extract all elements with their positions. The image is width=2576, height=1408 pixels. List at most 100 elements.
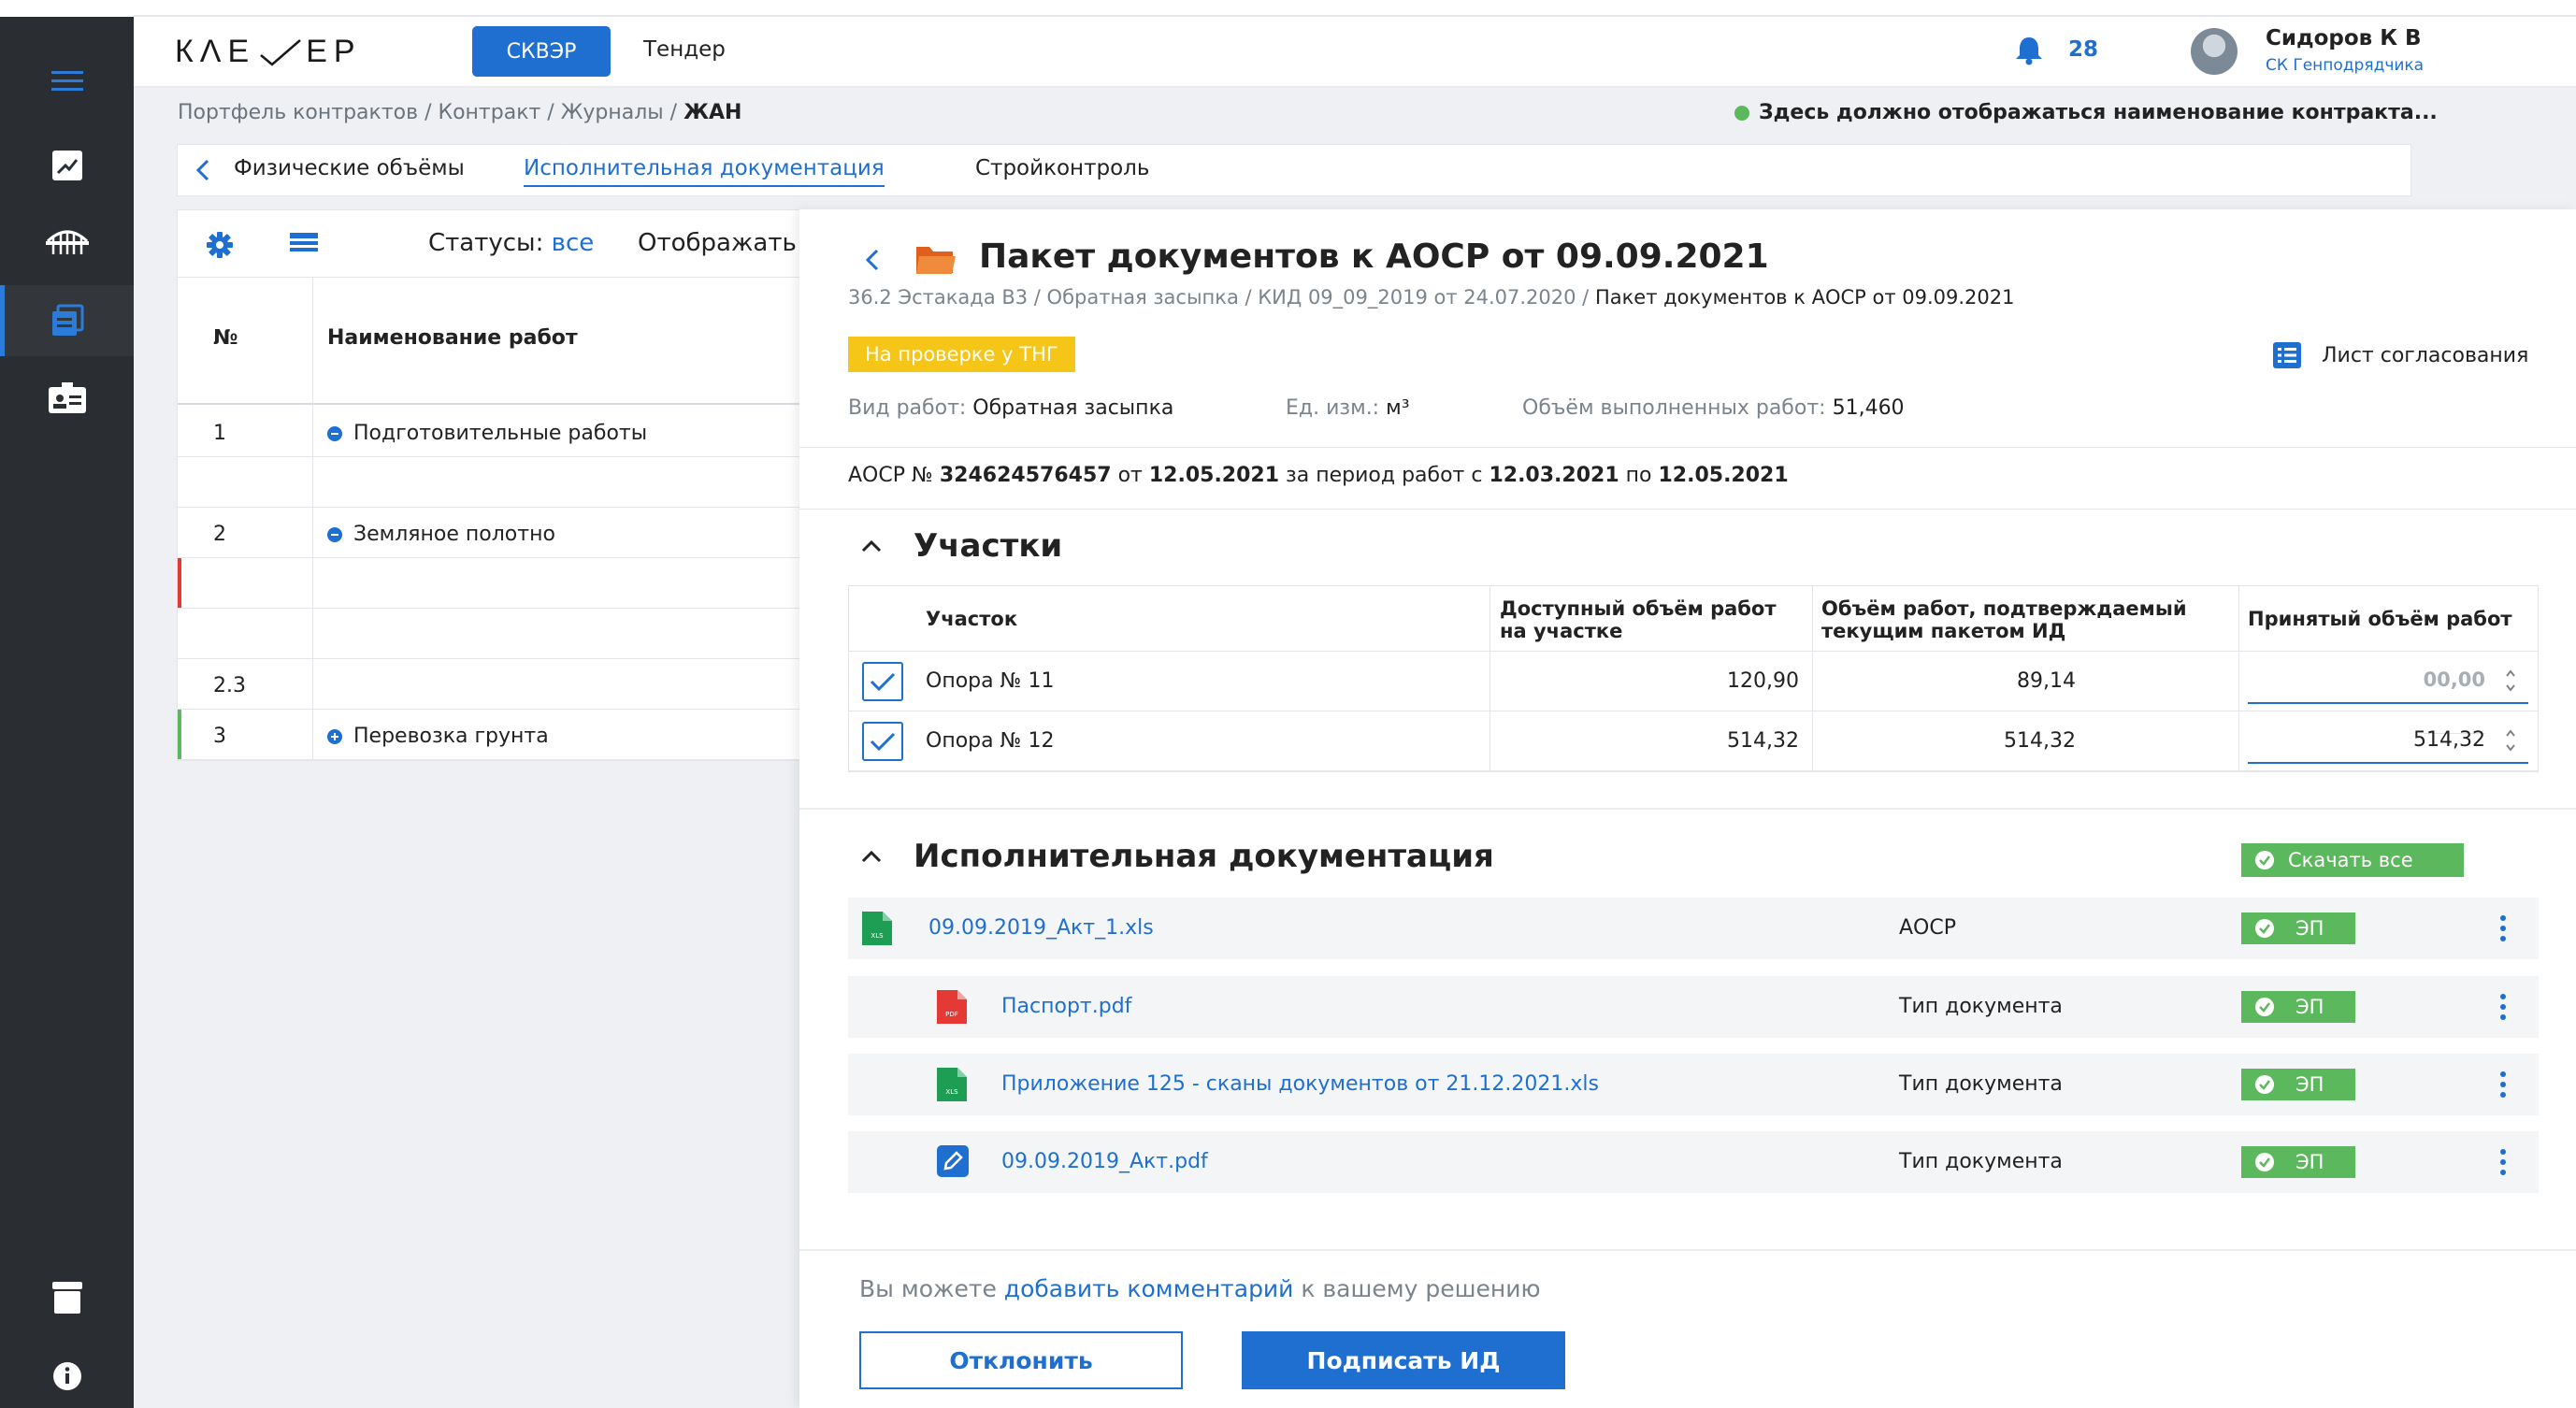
statuses-filter[interactable]: Статусы: все: [428, 229, 594, 257]
back-chevron-icon[interactable]: [863, 247, 882, 277]
docs-header[interactable]: Исполнительная документация: [861, 838, 1494, 875]
avatar[interactable]: [2191, 28, 2238, 75]
chevron-left-icon[interactable]: [194, 158, 211, 186]
bell-icon[interactable]: [2015, 36, 2043, 69]
tab-executive-documentation[interactable]: Исполнительная документация: [524, 156, 885, 187]
kebab-menu-icon[interactable]: [2499, 993, 2507, 1021]
section-available: 514,32: [1727, 729, 1799, 753]
aosr-from: от: [1117, 464, 1143, 487]
table-view-icon[interactable]: [290, 233, 318, 259]
document-type: АОСР: [1899, 916, 1956, 940]
add-comment-link[interactable]: добавить комментарий: [1004, 1275, 1294, 1302]
statuses-value[interactable]: все: [552, 229, 595, 257]
document-row[interactable]: PDF Паспорт.pdf Тип документа ЭП: [848, 976, 2539, 1038]
bridge-icon[interactable]: [0, 207, 134, 278]
section-checkbox[interactable]: [862, 722, 903, 761]
aosr-info: АОСР № 324624576457 от 12.05.2021 за пер…: [848, 464, 1789, 487]
unit-value: м³: [1386, 396, 1410, 420]
notifications-count[interactable]: 28: [2068, 37, 2098, 62]
sign-button[interactable]: Подписать ИД: [1242, 1331, 1565, 1389]
check-circle-icon: [2255, 919, 2274, 938]
table-row[interactable]: Опора № 12 514,32 514,32 514,32: [849, 711, 2538, 771]
row-name: Земляное полотно: [353, 523, 555, 546]
kebab-menu-icon[interactable]: [2499, 1070, 2507, 1099]
breadcrumb-path[interactable]: Портфель контрактов / Контракт / Журналы…: [178, 101, 684, 124]
checkmark-logo-icon: [260, 38, 302, 66]
section-confirmed: 89,14: [2017, 669, 2076, 693]
check-circle-icon: [2255, 1075, 2274, 1094]
column-confirmed-line1: Объём работ, подтверждаемый: [1821, 597, 2187, 620]
stepper-icon[interactable]: [2504, 726, 2517, 754]
completed-volume-label: Объём выполненных работ:: [1522, 396, 1826, 420]
id-card-icon[interactable]: [0, 363, 134, 434]
aosr-prefix: АОСР №: [848, 464, 933, 487]
accepted-volume-input[interactable]: 00,00: [2248, 657, 2528, 734]
download-all-button[interactable]: Скачать все: [2241, 843, 2464, 877]
column-work-name: Наименование работ: [327, 326, 578, 350]
xls-file-icon: XLS: [862, 912, 892, 945]
collapse-icon[interactable]: [327, 425, 342, 441]
app-header: КΛЕ ЕР СКВЭР Тендер 28 Сидоров К В СК Ге…: [134, 17, 2576, 88]
left-navigation: [0, 17, 134, 1408]
check-icon: [870, 732, 896, 752]
kebab-menu-icon[interactable]: [2499, 1148, 2507, 1176]
document-link[interactable]: Приложение 125 - сканы документов от 21.…: [1001, 1072, 1599, 1096]
document-row[interactable]: XLS 09.09.2019_Акт_1.xls АОСР ЭП: [848, 898, 2539, 959]
sections-header[interactable]: Участки: [861, 527, 1062, 565]
gear-icon[interactable]: [206, 231, 234, 263]
document-link[interactable]: 09.09.2019_Акт.pdf: [1001, 1150, 1208, 1173]
section-checkbox[interactable]: [862, 662, 903, 701]
document-row[interactable]: XLS Приложение 125 - сканы документов от…: [848, 1054, 2539, 1115]
signature-badge[interactable]: ЭП: [2241, 1069, 2355, 1100]
column-divider: [2238, 586, 2239, 771]
document-link[interactable]: 09.09.2019_Акт_1.xls: [928, 916, 1154, 940]
download-all-label: Скачать все: [2288, 849, 2413, 871]
user-name[interactable]: Сидоров К В: [2266, 26, 2422, 50]
accepted-volume-input[interactable]: 514,32: [2248, 717, 2528, 764]
signature-badge[interactable]: ЭП: [2241, 991, 2355, 1023]
stepper-icon[interactable]: [2504, 667, 2517, 695]
row-number: 1: [213, 422, 226, 445]
divider: [799, 509, 2576, 510]
signature-badge[interactable]: ЭП: [2241, 1146, 2355, 1178]
approval-sheet-link[interactable]: Лист согласования: [2273, 342, 2528, 368]
status-badge: На проверке у ТНГ: [848, 337, 1075, 372]
tabs-bar: Физические объёмы Исполнительная докумен…: [177, 144, 2411, 196]
work-type-value: Обратная засыпка: [972, 396, 1174, 420]
document-row[interactable]: 09.09.2019_Акт.pdf Тип документа ЭП: [848, 1131, 2539, 1193]
aosr-number: 324624576457: [939, 464, 1112, 487]
collapse-icon[interactable]: [327, 526, 342, 542]
skver-button[interactable]: СКВЭР: [472, 26, 611, 77]
panel-path-prefix[interactable]: 36.2 Эстакада В3 / Обратная засыпка / КИ…: [848, 286, 1595, 309]
section-name: Опора № 11: [926, 669, 1055, 693]
reject-button[interactable]: Отклонить: [859, 1331, 1183, 1389]
expand-icon[interactable]: [327, 728, 342, 744]
analytics-icon[interactable]: [0, 130, 134, 201]
column-confirmed: Объём работ, подтверждаемый текущим пакет…: [1821, 597, 2187, 642]
kebab-menu-icon[interactable]: [2499, 914, 2507, 942]
table-row[interactable]: Опора № 11 120,90 89,14 00,00: [849, 652, 2538, 734]
user-role[interactable]: СК Генподрядчика: [2266, 56, 2424, 75]
document-type: Тип документа: [1899, 1072, 2063, 1096]
archive-icon[interactable]: [0, 1262, 134, 1333]
pdf-file-icon: PDF: [937, 990, 967, 1024]
document-link[interactable]: Паспорт.pdf: [1001, 995, 1131, 1018]
info-icon[interactable]: [0, 1341, 134, 1408]
display-filter[interactable]: Отображать: [638, 229, 797, 257]
tab-physical-volumes[interactable]: Физические объёмы: [234, 156, 465, 180]
breadcrumb-current: ЖАН: [684, 101, 742, 124]
sections-table-header: Участок Доступный объём работ на участке …: [849, 586, 2538, 652]
column-available-line2: на участке: [1500, 620, 1623, 642]
tender-link[interactable]: Тендер: [643, 37, 726, 62]
signature-badge[interactable]: ЭП: [2241, 912, 2355, 944]
chevron-up-icon[interactable]: [861, 850, 882, 863]
tab-construction-control[interactable]: Стройконтроль: [975, 156, 1149, 180]
chevron-up-icon[interactable]: [861, 539, 882, 553]
breadcrumb: Портфель контрактов / Контракт / Журналы…: [178, 101, 741, 124]
documents-icon[interactable]: [0, 285, 134, 356]
signature-label: ЭП: [2295, 996, 2324, 1018]
column-section: Участок: [926, 608, 1018, 630]
app-logo[interactable]: КΛЕ ЕР: [175, 34, 362, 70]
aosr-period-start: 12.03.2021: [1489, 464, 1619, 487]
menu-icon[interactable]: [0, 45, 134, 116]
